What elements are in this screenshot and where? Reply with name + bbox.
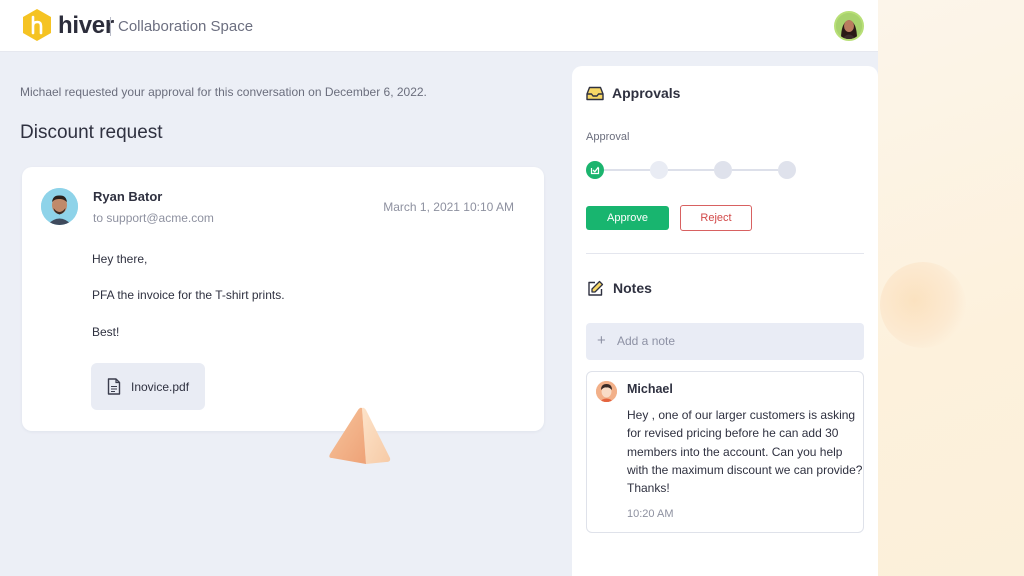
step-dot-pending [650, 161, 668, 179]
user-avatar-portrait [836, 13, 862, 39]
approvals-title: Approvals [612, 85, 681, 101]
email-timestamp: March 1, 2021 10:10 AM [383, 200, 514, 214]
note-author-avatar [596, 381, 617, 402]
add-note-input[interactable]: + Add a note [586, 323, 864, 360]
user-avatar[interactable] [834, 11, 864, 41]
attachment-chip[interactable]: Inovice.pdf [91, 363, 205, 410]
space-title: Collaboration Space [118, 18, 254, 35]
step-dot-approved [586, 161, 604, 179]
decorative-orb [880, 262, 966, 348]
email-body-line: Hey there, [92, 252, 148, 266]
logo-divider [110, 17, 111, 36]
approve-button[interactable]: Approve [586, 206, 669, 230]
step-dot-pending [714, 161, 732, 179]
stepper-connector [668, 169, 714, 171]
logo-text: hiver [58, 12, 114, 39]
approval-request-message: Michael requested your approval for this… [20, 85, 427, 99]
decorative-pyramid [329, 407, 391, 464]
check-icon [590, 166, 600, 175]
email-body-line: Best! [92, 325, 120, 339]
inbox-icon [586, 86, 604, 101]
reject-button[interactable]: Reject [680, 205, 752, 231]
side-panel: Approvals Approval Approve Reject Notes [572, 66, 878, 576]
hiver-logo-icon[interactable] [22, 8, 52, 42]
note-card: Michael Hey , one of our larger customer… [586, 371, 864, 533]
stepper-connector [732, 169, 778, 171]
recipient-address: to support@acme.com [93, 211, 214, 225]
plus-icon: + [597, 332, 606, 349]
panel-divider [586, 253, 864, 254]
stepper-connector [604, 169, 650, 171]
notes-title: Notes [613, 280, 652, 296]
app-window: hiver Collaboration Space Michael reques… [0, 0, 878, 576]
note-timestamp: 10:20 AM [627, 508, 674, 520]
approval-stepper [586, 160, 798, 180]
document-icon [107, 378, 121, 395]
note-body: Hey , one of our larger customers is ask… [627, 408, 863, 496]
add-note-placeholder: Add a note [617, 334, 676, 348]
page-title: Discount request [20, 122, 163, 143]
sender-name: Ryan Bator [93, 189, 163, 204]
attachment-name: Inovice.pdf [131, 380, 190, 394]
sender-avatar-portrait [41, 188, 78, 225]
edit-note-icon [588, 280, 604, 296]
note-author: Michael [627, 382, 673, 396]
email-body-line: PFA the invoice for the T-shirt prints. [92, 288, 285, 302]
approval-label: Approval [586, 131, 630, 143]
step-dot-pending [778, 161, 796, 179]
email-card: Ryan Bator to support@acme.com March 1, … [22, 167, 544, 431]
top-bar: hiver Collaboration Space [0, 0, 878, 52]
note-author-portrait [596, 381, 617, 402]
sender-avatar [41, 188, 78, 225]
